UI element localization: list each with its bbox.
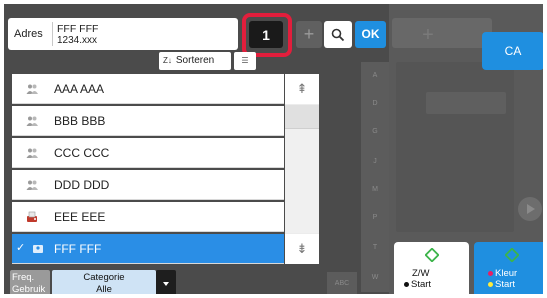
destination-count: 1 bbox=[262, 26, 270, 43]
person-icon bbox=[33, 245, 43, 253]
group-icon bbox=[26, 116, 38, 126]
freq-tab-line2: Gebruik bbox=[12, 284, 46, 295]
yellow-dot-icon bbox=[488, 281, 493, 287]
address-book-screen: + Adres FFF FFF 1234.xxx 1 + OK CA Z↓ Sor… bbox=[0, 0, 547, 298]
contact-name: BBB BBB bbox=[54, 114, 106, 128]
scrollbar[interactable]: ⇞ ⇟ bbox=[285, 74, 319, 264]
list-item[interactable]: EEE EEE bbox=[12, 202, 284, 232]
sort-az-icon: Z↓ bbox=[163, 56, 172, 65]
background-play-icon bbox=[518, 197, 542, 221]
list-item[interactable]: DDD DDD bbox=[12, 170, 284, 200]
address-field[interactable]: Adres FFF FFF 1234.xxx bbox=[8, 18, 238, 50]
black-dot-icon bbox=[404, 281, 409, 287]
view-toggle-icon: ☰ bbox=[241, 56, 249, 65]
bw-start-button[interactable]: Z/W Start bbox=[394, 242, 469, 294]
tab-category[interactable]: Categorie Alle bbox=[52, 270, 156, 295]
address-number: 1234.xxx bbox=[57, 35, 98, 46]
index-letter[interactable]: G bbox=[361, 128, 389, 135]
index-letter[interactable]: J bbox=[361, 158, 389, 165]
alphabet-index[interactable]: A D G J M P T W bbox=[361, 62, 389, 292]
ok-button[interactable]: OK bbox=[355, 21, 386, 48]
list-item[interactable]: AAA AAA bbox=[12, 74, 284, 104]
fax-icon bbox=[27, 211, 37, 222]
tab-frequent-use[interactable]: Freq. Gebruik bbox=[10, 270, 50, 295]
index-letter[interactable]: A bbox=[361, 72, 389, 79]
index-letter[interactable]: W bbox=[361, 274, 389, 281]
magenta-dot-icon bbox=[488, 270, 493, 276]
sort-button[interactable]: Z↓ Sorteren bbox=[159, 52, 231, 70]
address-name: FFF FFF bbox=[57, 23, 99, 35]
scroll-down-button[interactable]: ⇟ bbox=[285, 234, 319, 264]
sort-label: Sorteren bbox=[175, 55, 215, 66]
index-letter[interactable]: P bbox=[361, 214, 389, 221]
contact-name: EEE EEE bbox=[54, 210, 106, 224]
bw-line1: Z/W bbox=[412, 268, 430, 279]
background-tab bbox=[392, 18, 492, 48]
contact-list: AAA AAA BBB BBB CCC CCC DDD DDD EEE EEE … bbox=[12, 74, 284, 264]
scroll-thumb[interactable] bbox=[285, 105, 319, 129]
color-line2: Start bbox=[495, 279, 516, 290]
search-button[interactable] bbox=[324, 21, 352, 48]
bw-start-label: Z/W Start bbox=[404, 268, 431, 290]
group-icon bbox=[26, 148, 38, 158]
list-item[interactable]: CCC CCC bbox=[12, 138, 284, 168]
start-diamond-icon bbox=[505, 248, 519, 262]
group-icon bbox=[26, 180, 38, 190]
ca-button[interactable]: CA bbox=[482, 32, 543, 70]
color-line1: Kleur bbox=[495, 268, 518, 279]
list-item[interactable]: BBB BBB bbox=[12, 106, 284, 136]
index-letter[interactable]: T bbox=[361, 244, 389, 251]
double-chevron-up-icon: ⇞ bbox=[296, 81, 308, 96]
scroll-up-button[interactable]: ⇞ bbox=[285, 74, 319, 104]
index-letter[interactable]: D bbox=[361, 100, 389, 107]
group-icon bbox=[26, 84, 38, 94]
address-label: Adres bbox=[14, 28, 43, 40]
index-letter[interactable]: M bbox=[361, 186, 389, 193]
address-divider bbox=[52, 22, 53, 46]
color-start-button[interactable]: Kleur Start bbox=[474, 242, 543, 294]
bw-line2: Start bbox=[411, 279, 432, 290]
abc-toggle-button[interactable]: ABC bbox=[327, 272, 357, 294]
search-icon bbox=[331, 28, 345, 41]
color-start-label: Kleur Start bbox=[488, 268, 517, 290]
check-icon: ✓ bbox=[16, 242, 26, 254]
view-toggle-button[interactable]: ☰ bbox=[234, 52, 256, 70]
contact-name: FFF FFF bbox=[54, 242, 102, 256]
list-item-selected[interactable]: ✓ FFF FFF bbox=[12, 234, 284, 264]
start-diamond-icon bbox=[425, 248, 439, 262]
double-chevron-down-icon: ⇟ bbox=[296, 241, 308, 256]
contact-name: DDD DDD bbox=[54, 178, 110, 192]
contact-name: AAA AAA bbox=[54, 82, 105, 96]
background-field bbox=[426, 92, 506, 114]
freq-tab-line1: Freq. bbox=[12, 272, 35, 283]
background-settings-area bbox=[396, 62, 514, 232]
category-tab-line1: Categorie bbox=[83, 272, 125, 283]
destination-count-button[interactable]: 1 bbox=[249, 21, 283, 48]
category-dropdown-button[interactable] bbox=[156, 270, 176, 294]
contact-name: CCC CCC bbox=[54, 146, 110, 160]
background-plus-icon: + bbox=[422, 24, 434, 46]
category-tab-line2: Alle bbox=[96, 284, 112, 295]
add-address-button[interactable]: + bbox=[296, 21, 322, 48]
